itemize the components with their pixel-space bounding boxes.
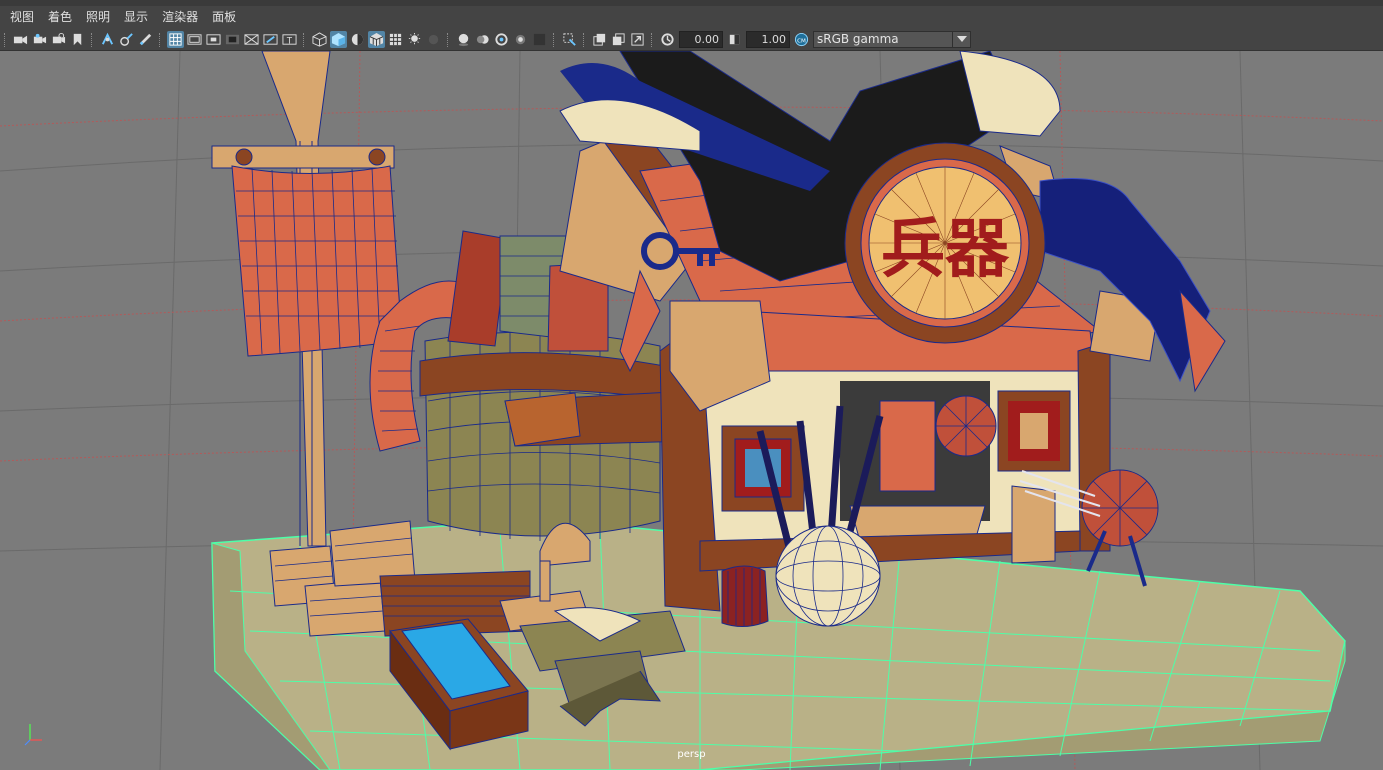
isolate-select-icon[interactable] [561,31,578,48]
film-gate-icon[interactable] [186,31,203,48]
chevron-down-icon [953,31,971,48]
anti-aliasing-icon[interactable] [493,31,510,48]
umbrella-back [935,395,997,457]
gate-mask-icon[interactable] [224,31,241,48]
menu-view[interactable]: 视图 [0,6,41,29]
2d-pan-zoom-icon[interactable] [99,31,116,48]
toolbar-separator [4,32,7,47]
grease-pencil-icon[interactable] [118,31,135,48]
use-all-lights-icon[interactable] [406,31,423,48]
toolbar-separator [91,32,94,47]
hud-icon[interactable] [531,31,548,48]
exposure-field[interactable] [679,31,723,48]
color-space-dropdown[interactable]: sRGB gamma [813,31,971,48]
camera-attributes-icon[interactable] [31,31,48,48]
smooth-shade-icon[interactable] [330,31,347,48]
panel-toolbar: T CM sRGB gamma [0,29,1383,51]
panel-menubar: 视图 着色 照明 显示 渲染器 面板 [0,6,1383,29]
toolbar-separator [553,32,556,47]
textured-icon[interactable] [368,31,385,48]
xray-active-icon[interactable] [629,31,646,48]
exposure-icon[interactable] [659,31,676,48]
gamma-icon[interactable] [726,31,743,48]
toolbar-separator [159,32,162,47]
toolbar-separator [651,32,654,47]
xray-icon[interactable] [591,31,608,48]
safe-action-icon[interactable] [262,31,279,48]
svg-text:CM: CM [797,38,806,44]
safe-title-icon[interactable]: T [281,31,298,48]
grid-icon[interactable] [167,31,184,48]
banner-pole [211,51,403,547]
wireframe-on-shaded-icon[interactable] [387,31,404,48]
select-camera-icon[interactable] [12,31,29,48]
svg-text:T: T [286,35,293,45]
small-barrel [721,565,769,627]
gamma-field[interactable] [746,31,790,48]
scene-render: 兵器 [0,51,1383,770]
shop-sign: 兵器 [844,142,1046,344]
menu-panels[interactable]: 面板 [205,6,243,29]
motion-blur-icon[interactable] [474,31,491,48]
pencil-icon[interactable] [137,31,154,48]
maya-viewport-panel: 视图 着色 照明 显示 渲染器 面板 T 0.00 1.00 CM sRGB g… [0,0,1383,770]
sign-text: 兵器 [881,212,1010,287]
screen-space-ao-icon[interactable] [455,31,472,48]
shadows-icon[interactable] [425,31,442,48]
color-space-value: sRGB gamma [813,31,953,48]
menu-lighting[interactable]: 照明 [79,6,117,29]
toolbar-separator [447,32,450,47]
wireframe-icon[interactable] [311,31,328,48]
color-management-icon[interactable]: CM [793,31,810,48]
field-chart-icon[interactable] [243,31,260,48]
view-axis-indicator [22,718,52,748]
toolbar-separator [303,32,306,47]
image-plane-icon[interactable] [69,31,86,48]
umbrella-front [1081,469,1159,587]
depth-of-field-icon[interactable] [512,31,529,48]
resolution-gate-icon[interactable] [205,31,222,48]
xray-joints-icon[interactable] [610,31,627,48]
default-material-icon[interactable] [349,31,366,48]
menu-shading[interactable]: 着色 [41,6,79,29]
camera-name-label: persp [677,749,706,760]
menu-renderer[interactable]: 渲染器 [155,6,205,29]
3d-viewport[interactable]: 兵器 persp [0,51,1383,770]
bookmarks-icon[interactable] [50,31,67,48]
menu-show[interactable]: 显示 [117,6,155,29]
toolbar-separator [583,32,586,47]
